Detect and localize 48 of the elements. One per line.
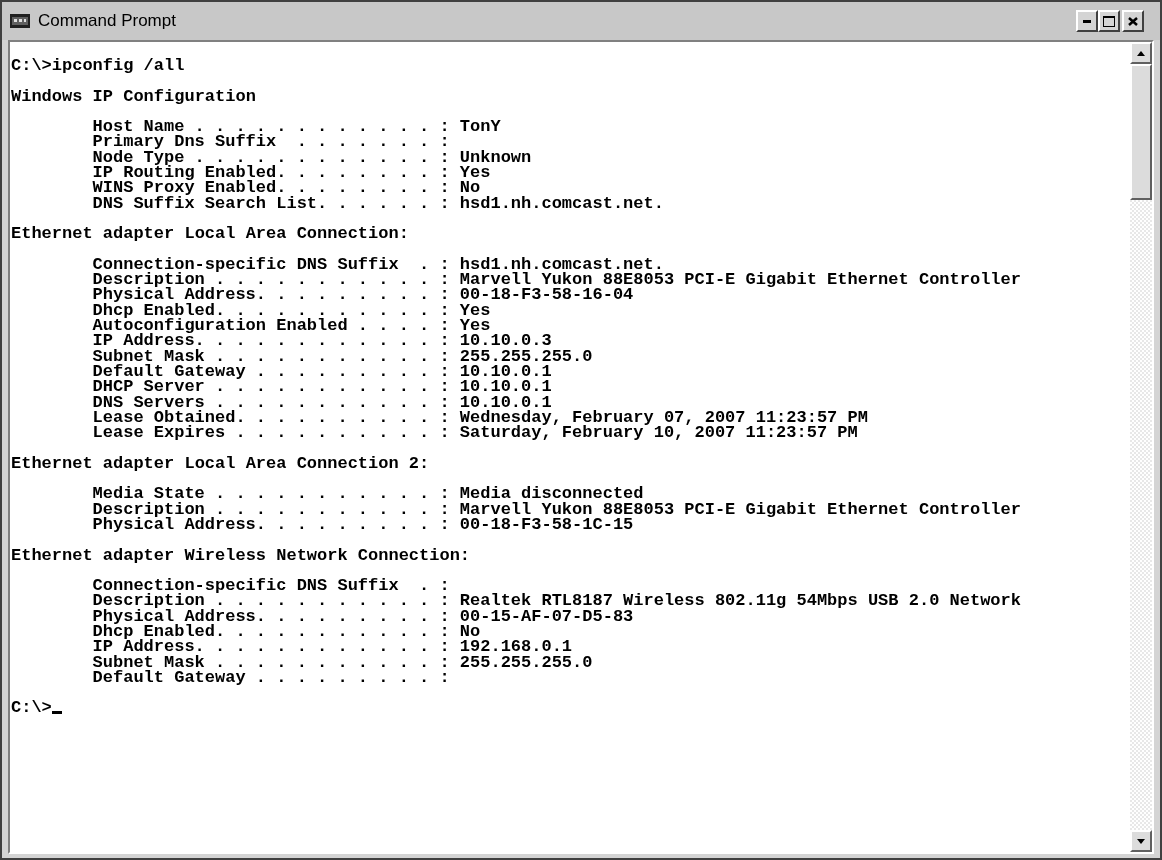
config-entry: Host Name . . . . . . . . . . . . : TonY: [92, 119, 501, 135]
config-entry: Dhcp Enabled. . . . . . . . . . . : No: [92, 624, 481, 640]
config-entry: Default Gateway . . . . . . . . . :: [92, 669, 450, 686]
config-entry: Description . . . . . . . . . . . : Marvell Yukon 88E8053 PCI-E Gigabit Ethernet Controller: [92, 272, 1021, 288]
config-entry: Autoconfiguration Enabled . . . . : Yes: [92, 318, 491, 334]
config-entry: Connection-specific DNS Suffix . :: [92, 578, 450, 594]
config-entry: DNS Suffix Search List. . . . . . : hsd1.nh.comcast.net.: [92, 195, 664, 211]
prompt-line: C:\>: [11, 700, 52, 716]
config-entry: Physical Address. . . . . . . . . : 00-18-F3-58-1C-15: [92, 516, 634, 533]
config-entry: Default Gateway . . . . . . . . . : 10.10.0.1: [92, 363, 552, 380]
text-cursor: [51, 710, 62, 714]
maximize-icon: [1103, 15, 1115, 27]
section-heading: Ethernet adapter Wireless Network Connection:: [11, 547, 471, 563]
section-heading: Ethernet adapter Local Area Connection 2:: [11, 455, 430, 471]
down-triangle-icon: [1137, 838, 1145, 844]
config-entry: Connection-specific DNS Suffix . : hsd1.nh.comcast.net.: [92, 256, 664, 273]
section-heading: Windows IP Configuration: [11, 88, 256, 104]
config-entry: Primary Dns Suffix . . . . . . . :: [92, 134, 450, 150]
minimize-button[interactable]: [1076, 10, 1098, 32]
config-entry: IP Address. . . . . . . . . . . . : 10.10.0.3: [92, 333, 552, 349]
scroll-up-button[interactable]: [1130, 42, 1152, 64]
scroll-down-button[interactable]: [1130, 830, 1152, 852]
config-entry: Subnet Mask . . . . . . . . . . . : 255.255.255.0: [92, 348, 593, 364]
config-entry: DNS Servers . . . . . . . . . . . : 10.10.0.1: [92, 394, 552, 410]
config-entry: Dhcp Enabled. . . . . . . . . . . : Yes: [92, 302, 491, 319]
config-entry: Media State . . . . . . . . . . . : Media disconnected: [92, 486, 644, 502]
section-heading: Ethernet adapter Local Area Connection:: [11, 226, 409, 242]
config-entry: Description . . . . . . . . . . . : Realtek RTL8187 Wireless 802.11g 54Mbps USB 2.0 Network: [92, 593, 1021, 609]
config-entry: Description . . . . . . . . . . . : Marvell Yukon 88E8053 PCI-E Gigabit Ethernet Controller: [92, 501, 1021, 517]
close-button[interactable]: [1122, 10, 1144, 32]
minimize-icon: [1083, 19, 1091, 23]
scrollbar-thumb[interactable]: [1130, 64, 1152, 200]
config-entry: IP Address. . . . . . . . . . . . : 192.168.0.1: [92, 639, 573, 655]
config-entry: WINS Proxy Enabled. . . . . . . . : No: [92, 180, 481, 196]
config-entry: IP Routing Enabled. . . . . . . . : Yes: [92, 165, 491, 181]
window-title: Command Prompt: [38, 10, 176, 33]
close-icon: [1128, 16, 1138, 26]
config-entry: Subnet Mask . . . . . . . . . . . : 255.255.255.0: [92, 654, 593, 670]
console-window-icon: [10, 14, 30, 28]
config-entry: DHCP Server . . . . . . . . . . . : 10.10.0.1: [92, 379, 552, 395]
config-entry: Lease Obtained. . . . . . . . . . : Wednesday, February 07, 2007 11:23:57 PM: [92, 409, 868, 426]
up-triangle-icon: [1137, 50, 1145, 56]
config-entry: Lease Expires . . . . . . . . . . : Saturday, February 10, 2007 11:23:57 PM: [92, 425, 858, 441]
config-entry: Node Type . . . . . . . . . . . . : Unknown: [92, 149, 532, 166]
maximize-button[interactable]: [1098, 10, 1120, 32]
command-line: C:\>ipconfig /all: [11, 58, 185, 74]
config-entry: Physical Address. . . . . . . . . : 00-18-F3-58-16-04: [92, 287, 634, 303]
config-entry: Physical Address. . . . . . . . . : 00-15-AF-07-D5-83: [92, 608, 634, 624]
